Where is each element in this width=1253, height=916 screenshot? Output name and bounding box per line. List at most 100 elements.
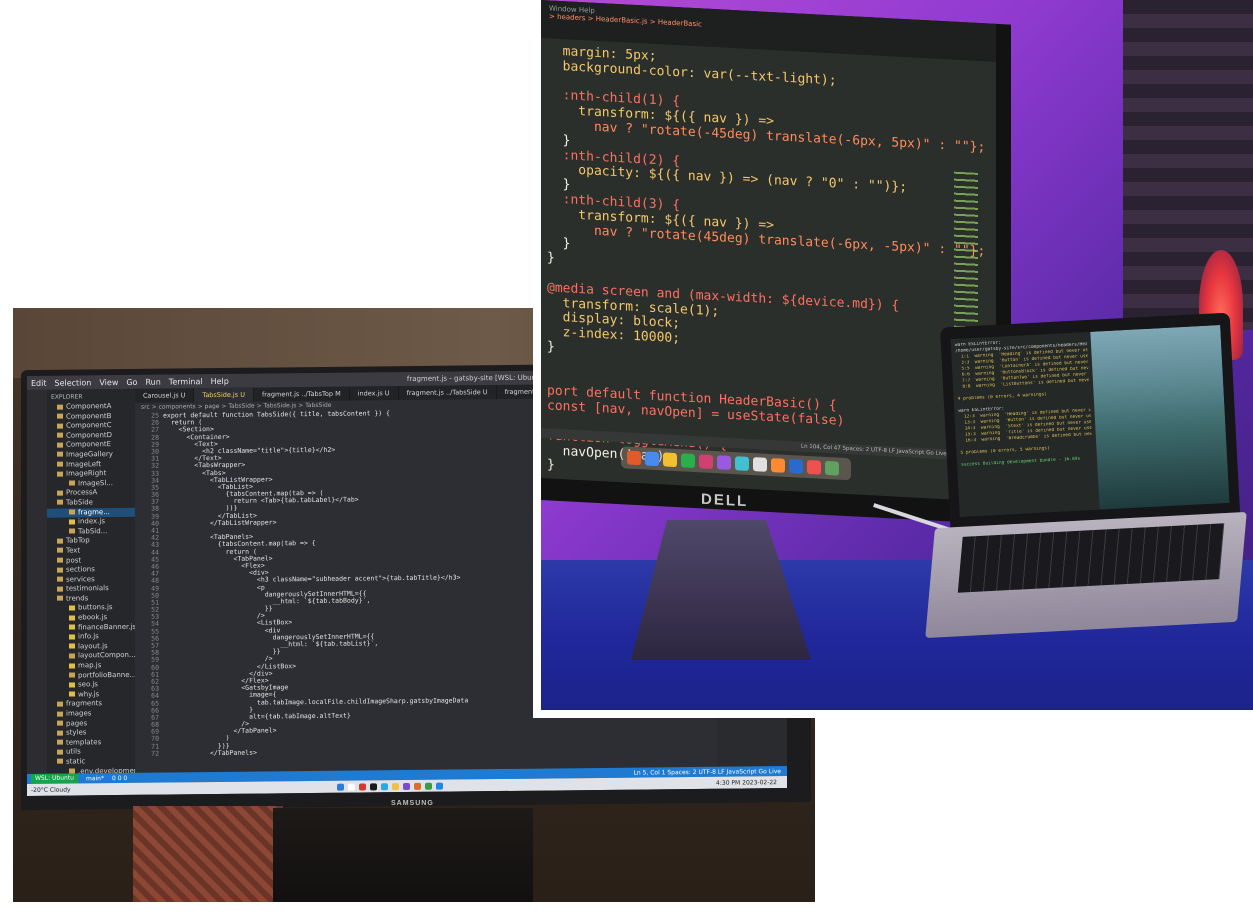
folder-icon [57, 490, 63, 496]
folder-icon [57, 730, 63, 736]
folder-icon [69, 528, 75, 534]
fabric-background [133, 806, 283, 902]
file-tree-label: info.js [78, 632, 99, 641]
folder-icon [57, 548, 63, 554]
file-tree-label: templates [66, 737, 102, 747]
file-tree-label: ProcessA [66, 488, 98, 497]
editor-tab: index.js U [349, 386, 399, 401]
folder-icon [57, 452, 63, 458]
taskbar-app-icon [391, 782, 399, 790]
file-tree-label: services [66, 574, 95, 584]
file-tree-label: portfolioBanne... [78, 670, 135, 680]
dock-app-icon [681, 453, 695, 469]
dock-app-icon [753, 457, 767, 472]
file-tree-label: ImageRight [66, 469, 107, 478]
menu-item: Selection [54, 377, 92, 388]
menu-item: Terminal [168, 376, 203, 386]
folder-icon [57, 442, 63, 448]
taskbar-app-icon [413, 782, 421, 790]
editor-tab: fragment.js ../TabsSide U [398, 385, 497, 401]
code-lines: margin: 5px; background-color: var(--txt… [541, 38, 996, 497]
folder-icon [57, 749, 63, 755]
folder-icon [57, 461, 63, 467]
dock-app-icon [663, 452, 677, 468]
folder-icon [57, 432, 63, 438]
editor-tab: TabsSide.js U [194, 387, 254, 403]
folder-icon [57, 720, 63, 726]
taskbar-app-icon [435, 782, 443, 790]
file-tree-label: layoutCompon... [78, 651, 135, 660]
file-tree-label: Text [66, 546, 81, 555]
file-tree-label: seo.js [78, 680, 98, 689]
file-tree-label: styles [66, 728, 87, 737]
js-file-icon [69, 615, 75, 621]
dell-screen: Window Help > headers > HeaderBasic.js >… [541, 0, 996, 502]
taskbar-app-icon [424, 782, 432, 790]
folder-icon [69, 509, 75, 515]
file-tree-label: sections [66, 565, 95, 574]
menu-item: Edit [31, 378, 47, 388]
file-tree-label: ComponentE [66, 440, 112, 449]
folder-icon [57, 576, 63, 582]
explorer-header: EXPLORER [51, 393, 83, 401]
dock-app-icon [825, 460, 839, 476]
file-tree-label: ImageGallery [66, 450, 113, 459]
weather-widget: -20°C Cloudy [31, 786, 71, 794]
folder-icon [57, 595, 63, 602]
file-tree-label: TabSide [66, 498, 93, 507]
folder-icon [57, 711, 63, 717]
js-file-icon [69, 663, 75, 669]
file-tree-label: why.js [78, 690, 100, 699]
js-file-icon [69, 634, 75, 640]
folder-icon [57, 538, 63, 544]
file-tree-label: ImageLeft [66, 459, 102, 469]
file-tree-label: trends [66, 594, 89, 603]
file-tree-label: TabSid... [78, 526, 108, 536]
dell-logo: DELL [701, 490, 749, 511]
terminal: warn ESLintError:/home/user/gatsby-site/… [950, 331, 1100, 517]
file-tree-item: portfolioBanne... [47, 670, 135, 681]
taskbar-app-icon [347, 783, 355, 791]
dock-app-icon [789, 458, 803, 474]
file-tree-label: TabTop [66, 536, 90, 545]
monitor-stand [273, 808, 533, 902]
file-tree-label: map.js [78, 661, 102, 670]
laptop-screen: warn ESLintError:/home/user/gatsby-site/… [950, 325, 1230, 517]
status-left-item: WSL: Ubuntu [31, 773, 78, 784]
dock-app-icon [699, 454, 713, 470]
file-tree-label: static [66, 757, 86, 766]
file-tree-item: financeBanner.js [47, 623, 135, 634]
folder-icon [69, 653, 75, 659]
file-tree-label: ComponentC [66, 421, 112, 430]
file-tree-label: buttons.js [78, 603, 113, 612]
taskbar-icons [336, 782, 443, 791]
taskbar-app-icon [402, 782, 410, 790]
folder-icon [57, 500, 63, 506]
file-tree-label: testimonials [66, 584, 109, 593]
dock-app-icon [627, 450, 641, 466]
explorer-panel: EXPLORER ComponentA ComponentB ComponentC C… [47, 388, 135, 795]
file-tree-label: pages [66, 718, 88, 728]
clock: 4:30 PM 2023-02-22 [716, 778, 777, 787]
taskbar-app-icon [380, 782, 388, 790]
folder-icon [57, 567, 63, 573]
folder-icon [69, 480, 75, 486]
dock-app-icon [735, 456, 749, 471]
js-file-icon [69, 605, 75, 611]
activity-bar [27, 389, 47, 774]
taskbar-app-icon [336, 783, 344, 791]
samsung-logo: SAMSUNG [391, 800, 434, 807]
dell-stand [631, 520, 811, 660]
status-left-item: 0 0 0 [111, 774, 128, 782]
dock-app-icon [807, 459, 821, 475]
file-tree-label: ImageSl... [78, 478, 113, 488]
folder-icon [57, 413, 63, 419]
dock-app-icon [645, 451, 659, 467]
line-number: 72 [151, 750, 159, 758]
js-file-icon [69, 682, 75, 688]
status-right-group: Ln 5, Col 1 Spaces: 2 UTF-8 LF JavaScrip… [633, 767, 781, 777]
folder-icon [57, 759, 63, 765]
file-tree-label: financeBanner.js [78, 622, 135, 632]
file-tree-label: index.js [78, 517, 105, 526]
folder-icon [57, 557, 63, 563]
